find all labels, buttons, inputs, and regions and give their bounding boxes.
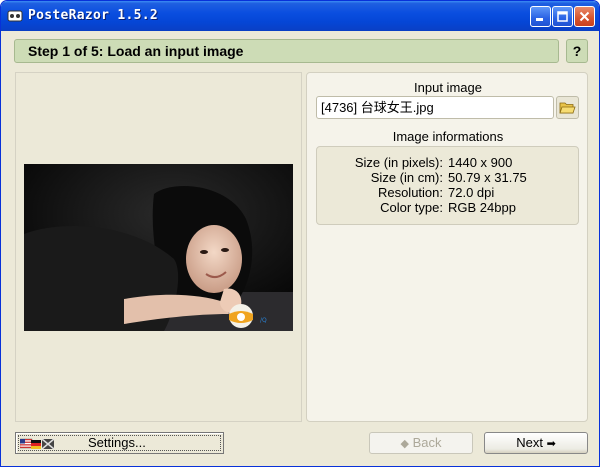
flags-icon	[20, 438, 55, 450]
input-file-field[interactable]: [4736] 台球女王.jpg	[316, 96, 554, 119]
main-window: PosteRazor 1.5.2 Step 1 of 5: Load an in…	[0, 0, 600, 467]
preview-image: /Q	[24, 164, 293, 331]
info-row-size-pixels: Size (in pixels): 1440 x 900	[317, 155, 580, 170]
settings-label: Settings...	[88, 435, 146, 450]
info-key: Size (in cm):	[370, 170, 443, 185]
next-label: Next	[516, 435, 543, 450]
settings-button[interactable]: Settings...	[15, 432, 224, 454]
minimize-icon	[536, 18, 543, 21]
info-value: 72.0 dpi	[448, 185, 495, 200]
info-value: 1440 x 900	[448, 155, 513, 170]
back-label: Back	[412, 435, 442, 450]
close-button[interactable]	[574, 6, 595, 27]
maximize-button[interactable]	[552, 6, 573, 27]
close-icon	[579, 11, 590, 22]
step-header: Step 1 of 5: Load an input image	[14, 39, 559, 63]
help-button[interactable]: ?	[566, 39, 588, 63]
image-preview-panel: /Q	[15, 72, 302, 422]
info-row-resolution: Resolution: 72.0 dpi	[317, 185, 580, 200]
minimize-button[interactable]	[530, 6, 551, 27]
maximize-icon	[557, 11, 568, 22]
info-key: Color type:	[380, 200, 443, 215]
info-row-color-type: Color type: RGB 24bpp	[317, 200, 580, 215]
image-info-box: Size (in pixels): 1440 x 900 Size (in cm…	[316, 146, 579, 225]
window-title: PosteRazor 1.5.2	[28, 8, 159, 23]
preview-photo: /Q	[24, 164, 293, 331]
step-title: Step 1 of 5: Load an input image	[28, 43, 244, 59]
folder-open-icon	[559, 102, 576, 113]
image-informations-label: Image informations	[392, 129, 504, 144]
info-key: Size (in pixels):	[354, 155, 443, 170]
info-row-size-cm: Size (in cm): 50.79 x 31.75	[317, 170, 580, 185]
arrow-right-icon: ➡	[546, 438, 556, 450]
next-button[interactable]: Next ➡	[484, 432, 588, 454]
info-key: Resolution:	[377, 185, 443, 200]
posterazor-app-icon	[7, 10, 23, 22]
image-info-panel: Input image [4736] 台球女王.jpg Image inform…	[306, 72, 588, 422]
title-bar[interactable]: PosteRazor 1.5.2	[1, 1, 599, 31]
browse-button[interactable]	[556, 96, 579, 119]
info-value: RGB 24bpp	[448, 200, 516, 215]
svg-text:/Q: /Q	[260, 317, 267, 324]
arrow-left-icon: ◆	[400, 438, 409, 450]
input-image-label: Input image	[414, 80, 482, 95]
back-button[interactable]: ◆ Back	[369, 432, 473, 454]
info-value: 50.79 x 31.75	[448, 170, 527, 185]
